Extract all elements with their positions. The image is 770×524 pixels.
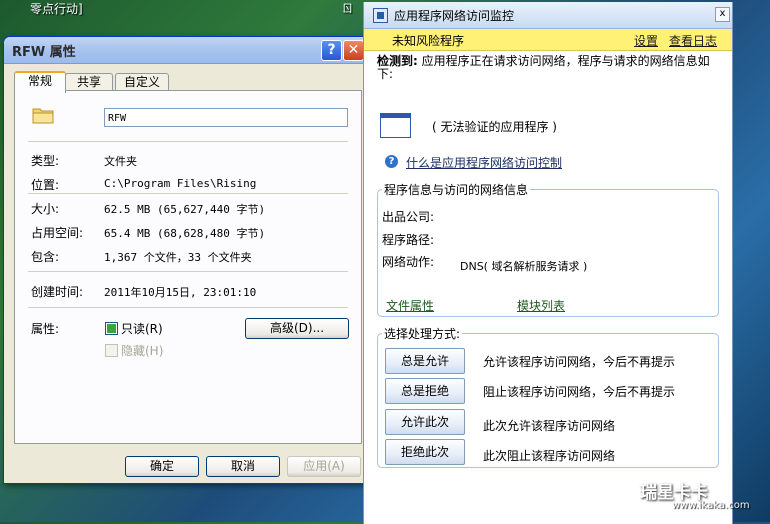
allow-once-button[interactable]: 允许此次	[385, 409, 465, 435]
readonly-label[interactable]: 只读(R)	[121, 320, 163, 337]
always-allow-desc: 允许该程序访问网络，今后不再提示	[483, 355, 676, 369]
program-info-group: 程序信息与访问的网络信息 出品公司: 程序路径: 网络动作: DNS( 域名解析…	[377, 181, 719, 317]
module-list-link[interactable]: 模块列表	[517, 297, 565, 314]
apply-button: 应用(A)	[287, 456, 361, 477]
network-monitor-window: 应用程序网络访问监控 x 未知风险程序 设置 查看日志 检测到: 应用程序正在请…	[363, 2, 733, 524]
folder-name-field[interactable]: RFW	[104, 108, 348, 127]
disk-size-value: 65.4 MB (68,628,480 字节)	[104, 227, 266, 240]
file-properties-link[interactable]: 文件属性	[386, 297, 434, 314]
size-value: 62.5 MB (65,627,440 字节)	[104, 203, 266, 216]
publisher-label: 出品公司:	[382, 210, 435, 224]
size-label: 大小:	[31, 202, 60, 216]
ok-button[interactable]: 确定	[125, 456, 199, 477]
help-question-icon: ?	[385, 155, 398, 168]
desktop-icon-label: 零点行动]	[30, 2, 83, 16]
monitor-titlebar[interactable]: 应用程序网络访问监控 x	[364, 2, 732, 29]
warning-bar: 未知风险程序 设置 查看日志	[364, 29, 732, 51]
deny-once-desc: 此次阻止该程序访问网络	[483, 449, 616, 463]
help-link[interactable]: 什么是应用程序网络访问控制	[406, 154, 562, 171]
path-label: 程序路径:	[382, 233, 435, 247]
help-button[interactable]: ?	[321, 40, 342, 61]
created-label: 创建时间:	[31, 285, 84, 299]
readonly-checkbox[interactable]	[105, 322, 118, 335]
divider	[28, 193, 348, 194]
type-value: 文件夹	[104, 155, 137, 168]
application-window-icon	[380, 113, 411, 138]
network-action-value: DNS( 域名解析服务请求 )	[460, 260, 588, 273]
advanced-button[interactable]: 高级(D)...	[245, 318, 349, 339]
application-name: ( 无法验证的应用程序 )	[432, 120, 557, 134]
type-label: 类型:	[31, 154, 60, 168]
divider	[28, 271, 348, 272]
divider	[28, 307, 348, 308]
desktop-icon-label-partial: ㄖ	[342, 2, 353, 15]
group-title: 程序信息与访问的网络信息	[382, 181, 531, 198]
properties-dialog: RFW 属性 ? ✕ 常规 共享 自定义 RFW 类型: 文件夹 位置: C:\…	[3, 36, 369, 484]
divider	[28, 141, 348, 142]
properties-title: RFW 属性	[12, 44, 76, 60]
hidden-checkbox	[105, 344, 118, 357]
group-title: 选择处理方式:	[382, 325, 463, 342]
location-value: C:\Program Files\Rising	[104, 177, 257, 190]
view-log-link[interactable]: 查看日志	[669, 32, 717, 49]
shield-network-icon	[373, 8, 388, 23]
created-value: 2011年10月15日, 23:01:10	[104, 286, 257, 299]
close-button[interactable]: ✕	[343, 40, 364, 61]
tab-customize[interactable]: 自定义	[115, 73, 169, 91]
always-deny-button[interactable]: 总是拒绝	[385, 378, 465, 404]
network-action-label: 网络动作:	[382, 255, 435, 269]
close-button[interactable]: x	[715, 7, 730, 22]
location-label: 位置:	[31, 178, 60, 192]
attributes-label: 属性:	[31, 322, 60, 336]
detected-label: 检测到:	[377, 54, 418, 68]
monitor-title: 应用程序网络访问监控	[394, 8, 515, 23]
action-group: 选择处理方式: 总是允许 允许该程序访问网络，今后不再提示 总是拒绝 阻止该程序…	[377, 325, 719, 468]
contains-label: 包含:	[31, 250, 60, 264]
detection-message: 检测到: 应用程序正在请求访问网络，程序与请求的网络信息如下:	[377, 55, 722, 81]
watermark-url: www.ikaka.com	[672, 500, 750, 511]
hidden-label: 隐藏(H)	[121, 344, 164, 358]
always-allow-button[interactable]: 总是允许	[385, 348, 465, 374]
contains-value: 1,367 个文件，33 个文件夹	[104, 251, 252, 264]
always-deny-desc: 阻止该程序访问网络，今后不再提示	[483, 385, 676, 399]
risk-title: 未知风险程序	[392, 34, 465, 48]
general-tab-panel: RFW 类型: 文件夹 位置: C:\Program Files\Rising …	[14, 90, 362, 444]
folder-icon	[32, 108, 54, 124]
tab-sharing[interactable]: 共享	[65, 73, 113, 91]
allow-once-desc: 此次允许该程序访问网络	[483, 419, 616, 433]
tab-general[interactable]: 常规	[14, 71, 66, 93]
settings-link[interactable]: 设置	[634, 32, 658, 49]
properties-titlebar[interactable]: RFW 属性 ? ✕	[4, 37, 368, 64]
deny-once-button[interactable]: 拒绝此次	[385, 439, 465, 465]
detected-text: 应用程序正在请求访问网络，程序与请求的网络信息如下:	[377, 54, 710, 81]
disk-size-label: 占用空间:	[31, 226, 84, 240]
cancel-button[interactable]: 取消	[206, 456, 280, 477]
